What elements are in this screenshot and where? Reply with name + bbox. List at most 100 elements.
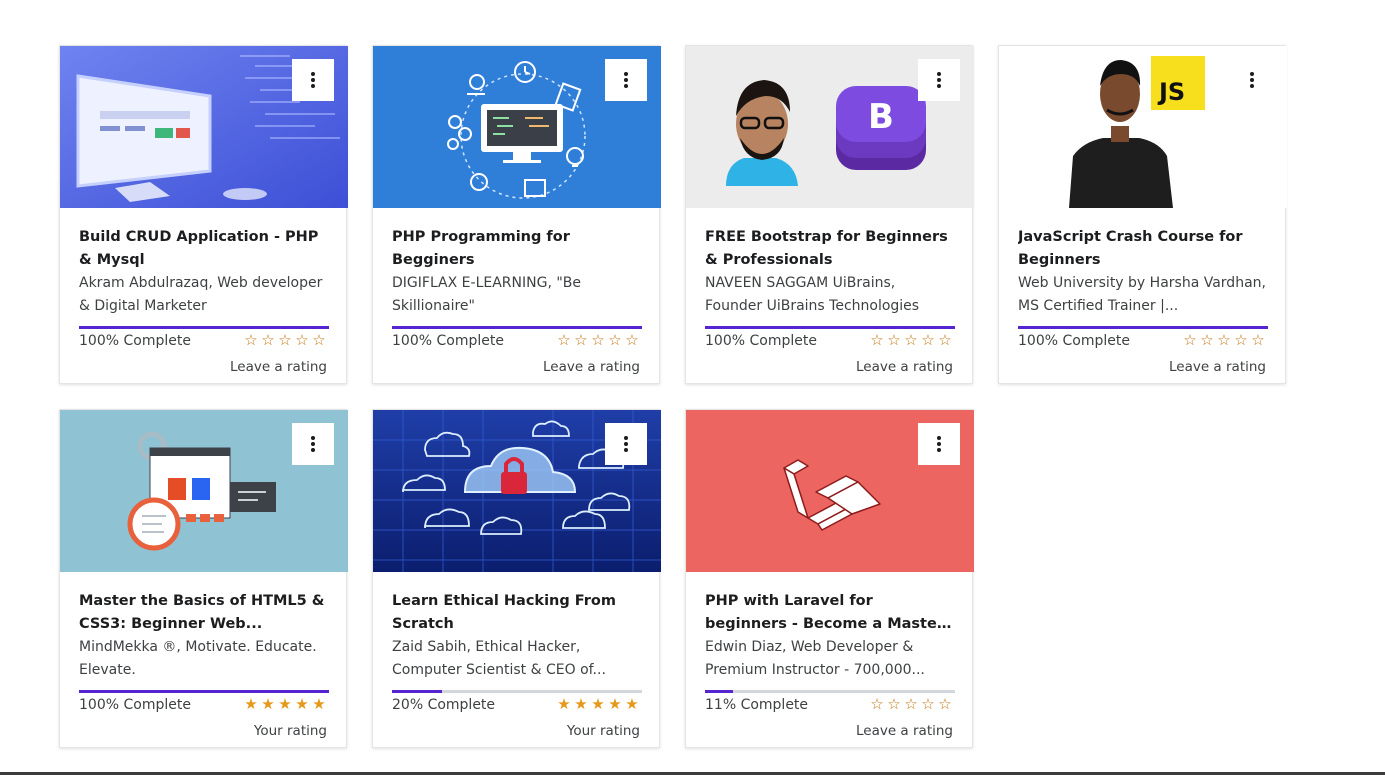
star-icon[interactable]: ☆ [920,695,936,713]
star-icon[interactable]: ☆ [886,695,902,713]
rating-label[interactable]: Leave a rating [543,358,640,376]
star-icon[interactable]: ☆ [294,331,310,349]
star-icon[interactable]: ★ [573,695,589,713]
star-icon[interactable]: ☆ [624,331,640,349]
rating-label[interactable]: Leave a rating [1169,358,1266,376]
course-instructor: NAVEEN SAGGAM UiBrains, Founder UiBrains… [705,275,920,314]
star-icon[interactable]: ☆ [1250,331,1266,349]
star-icon[interactable]: ★ [624,695,640,713]
star-icon[interactable]: ☆ [869,695,885,713]
rating-label[interactable]: Your rating [567,722,640,740]
course-card[interactable]: Learn Ethical Hacking From Scratch Zaid … [372,409,661,748]
star-icon[interactable]: ★ [277,695,293,713]
course-title[interactable]: JavaScript Crash Course for Beginners [1018,226,1268,272]
star-icon[interactable]: ☆ [590,331,606,349]
course-title[interactable]: Build CRUD Application - PHP & Mysql [79,226,329,272]
course-options-button[interactable] [1231,59,1273,101]
star-icon[interactable]: ☆ [607,331,623,349]
star-rating[interactable]: ☆ ☆ ☆ ☆ ☆ [869,695,953,713]
progress-bar [392,326,642,329]
course-card[interactable]: Master the Basics of HTML5 & CSS3: Begin… [59,409,348,748]
progress-fill [1018,326,1268,329]
course-options-button[interactable] [292,59,334,101]
star-icon[interactable]: ★ [311,695,327,713]
course-options-button[interactable] [918,59,960,101]
more-vertical-icon [937,72,941,88]
course-options-button[interactable] [918,423,960,465]
star-icon[interactable]: ☆ [920,331,936,349]
star-icon[interactable]: ★ [294,695,310,713]
star-icon[interactable]: ☆ [573,331,589,349]
course-title[interactable]: PHP with Laravel for beginners - Become … [705,590,955,636]
course-instructor: MindMekka ®, Motivate. Educate. Elevate. [79,639,317,678]
star-icon[interactable]: ☆ [903,695,919,713]
progress-fill [392,326,642,329]
rating-label[interactable]: Your rating [254,722,327,740]
star-icon[interactable]: ★ [243,695,259,713]
more-vertical-icon [624,436,628,452]
course-title[interactable]: PHP Programming for Begginers [392,226,642,272]
course-instructor: Edwin Diaz, Web Developer & Premium Inst… [705,639,925,678]
course-title[interactable]: Master the Basics of HTML5 & CSS3: Begin… [79,590,329,636]
course-card[interactable]: JS JavaScript Crash Course for Beginners… [998,45,1287,384]
course-options-button[interactable] [605,59,647,101]
rating-label[interactable]: Leave a rating [856,722,953,740]
star-rating[interactable]: ☆ ☆ ☆ ☆ ☆ [869,331,953,349]
star-rating[interactable]: ★ ★ ★ ★ ★ [243,695,327,713]
course-card[interactable]: Build CRUD Application - PHP & Mysql Akr… [59,45,348,384]
star-rating[interactable]: ☆ ☆ ☆ ☆ ☆ [556,331,640,349]
star-icon[interactable]: ☆ [277,331,293,349]
star-icon[interactable]: ☆ [1216,331,1232,349]
more-vertical-icon [311,72,315,88]
course-title[interactable]: Learn Ethical Hacking From Scratch [392,590,642,636]
course-instructor: Web University by Harsha Vardhan, MS Cer… [1018,275,1266,314]
course-instructor: DIGIFLAX E-LEARNING, "Be Skillionaire" [392,275,582,314]
course-card[interactable]: PHP with Laravel for beginners - Become … [685,409,974,748]
star-icon[interactable]: ☆ [886,331,902,349]
star-icon[interactable]: ★ [556,695,572,713]
star-icon[interactable]: ★ [590,695,606,713]
course-title[interactable]: FREE Bootstrap for Beginners & Professio… [705,226,955,272]
star-icon[interactable]: ☆ [937,695,953,713]
rating-label[interactable]: Leave a rating [856,358,953,376]
star-rating[interactable]: ★ ★ ★ ★ ★ [556,695,640,713]
more-vertical-icon [937,436,941,452]
more-vertical-icon [1250,72,1254,88]
course-grid: Build CRUD Application - PHP & Mysql Akr… [59,45,1287,748]
progress-text: 100% Complete [79,697,191,713]
svg-text:B: B [868,97,894,137]
rating-label[interactable]: Leave a rating [230,358,327,376]
progress-fill [79,326,329,329]
progress-bar [392,690,642,693]
star-icon[interactable]: ☆ [260,331,276,349]
progress-fill [79,690,329,693]
progress-text: 100% Complete [392,333,504,349]
star-rating[interactable]: ☆ ☆ ☆ ☆ ☆ [243,331,327,349]
progress-bar [79,690,329,693]
course-options-button[interactable] [292,423,334,465]
course-instructor: Zaid Sabih, Ethical Hacker, Computer Sci… [392,639,606,678]
progress-fill [392,690,442,693]
star-icon[interactable]: ☆ [311,331,327,349]
star-icon[interactable]: ☆ [903,331,919,349]
progress-text: 100% Complete [1018,333,1130,349]
star-icon[interactable]: ☆ [243,331,259,349]
star-rating[interactable]: ☆ ☆ ☆ ☆ ☆ [1182,331,1266,349]
course-options-button[interactable] [605,423,647,465]
progress-text: 100% Complete [79,333,191,349]
star-icon[interactable]: ☆ [1199,331,1215,349]
star-icon[interactable]: ☆ [1233,331,1249,349]
star-icon[interactable]: ★ [607,695,623,713]
star-icon[interactable]: ★ [260,695,276,713]
star-icon[interactable]: ☆ [556,331,572,349]
progress-fill [705,326,955,329]
course-card[interactable]: B FREE Bootstrap for Beginners & Profess… [685,45,974,384]
star-icon[interactable]: ☆ [1182,331,1198,349]
progress-text: 100% Complete [705,333,817,349]
progress-bar [79,326,329,329]
star-icon[interactable]: ☆ [937,331,953,349]
star-icon[interactable]: ☆ [869,331,885,349]
course-card[interactable]: PHP Programming for Begginers DIGIFLAX E… [372,45,661,384]
progress-bar [705,326,955,329]
progress-text: 11% Complete [705,697,809,713]
